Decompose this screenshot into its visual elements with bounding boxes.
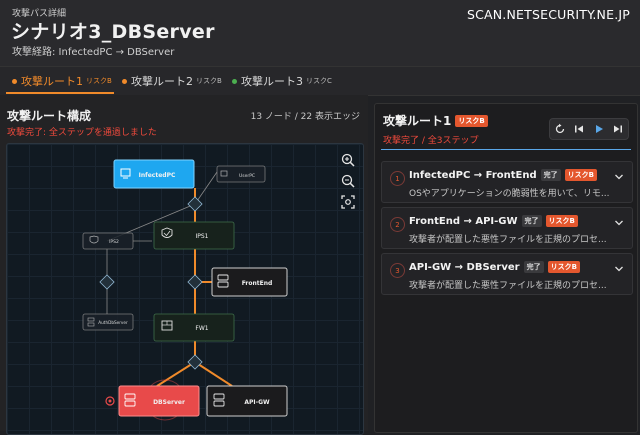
node-ips1: IPS1 [153, 221, 235, 250]
tab-risk: リスクC [306, 77, 332, 85]
tab-risk: リスクB [196, 77, 222, 85]
node-dbserver: DBServer [105, 379, 200, 421]
node-fw1: FW1 [153, 313, 235, 342]
node-authdbserver: AuthDbServer [82, 313, 134, 331]
tab-route-1[interactable]: 攻撃ルート1 リスクB [12, 67, 112, 95]
chevron-down-icon[interactable] [614, 264, 624, 274]
play-icon[interactable] [591, 121, 607, 137]
tab-risk: リスクB [86, 77, 112, 85]
skip-back-icon[interactable] [571, 121, 587, 137]
active-tab-indicator [6, 92, 114, 94]
node-label: FrontEnd [242, 280, 273, 287]
risk-badge: リスクB [564, 169, 597, 181]
site-watermark: SCAN.NETSECURITY.NE.JP [466, 7, 630, 22]
step-card-2[interactable]: 2 FrontEnd → API-GW 完了 リスクB 攻撃者が配置した悪性ファ… [381, 207, 633, 249]
step-description: OSやアプリケーションの脆弱性を用いて、リモ... [409, 189, 609, 199]
skip-forward-icon[interactable] [610, 121, 626, 137]
node-label: IPS1 [195, 233, 208, 240]
risk-dot-icon [232, 78, 237, 84]
route-tabs: 攻撃ルート1 リスクB 攻撃ルート2 リスクB 攻撃ルート3 リスクC [0, 66, 640, 96]
junction-diamond [187, 196, 203, 212]
node-ips2: IPS2 [82, 232, 134, 250]
done-badge: 完了 [521, 215, 542, 227]
step-title: FrontEnd → API-GW 完了 リスクB [409, 215, 578, 227]
page-header: 攻撃パス詳細 シナリオ3_DBServer 攻撃経路: InfectedPC →… [0, 0, 640, 66]
step-title-text: FrontEnd → API-GW [409, 215, 518, 227]
done-badge: 完了 [523, 261, 544, 273]
junction-diamond [187, 354, 203, 370]
graph-panel: 攻撃ルート構成 13 ノード / 22 表示エッジ 攻撃完了: 全ステップを通過… [0, 95, 368, 435]
tab-label: 攻撃ルート2 [131, 75, 193, 88]
network-graph: InfectedPC UserPC IPS2 IPS1 FrontEnd Aut… [82, 159, 288, 421]
step-card-1[interactable]: 1 InfectedPC → FrontEnd 完了 リスクB OSやアプリケー… [381, 161, 633, 203]
chevron-down-icon[interactable] [614, 218, 624, 228]
node-label: DBServer [153, 399, 185, 406]
node-frontend: FrontEnd [211, 267, 288, 297]
graph-canvas[interactable]: InfectedPC UserPC IPS2 IPS1 FrontEnd Aut… [6, 143, 364, 435]
graph-counts: 13 ノード / 22 表示エッジ [250, 112, 360, 122]
page-title: シナリオ3_DBServer [11, 21, 215, 43]
tab-route-2[interactable]: 攻撃ルート2 リスクB [122, 67, 222, 95]
node-infectedpc: InfectedPC [113, 159, 195, 189]
risk-dot-icon [122, 78, 127, 84]
graph-status: 攻撃完了: 全ステップを通過しました [7, 128, 157, 138]
graph-title: 攻撃ルート構成 [7, 109, 92, 123]
node-label: UserPC [239, 173, 255, 179]
node-label: IPS2 [109, 239, 119, 245]
chevron-down-icon[interactable] [614, 172, 624, 182]
step-description: 攻撃者が配置した悪性ファイルを正規のプロセ... [409, 235, 607, 245]
risk-dot-icon [12, 78, 17, 84]
step-description: 攻撃者が配置した悪性ファイルを正規のプロセ... [409, 281, 607, 291]
step-title: InfectedPC → FrontEnd 完了 リスクB [409, 169, 597, 181]
step-title-text: API-GW → DBServer [409, 261, 520, 273]
junction-diamond [187, 274, 203, 290]
tab-label: 攻撃ルート1 [21, 75, 83, 88]
step-title-text: InfectedPC → FrontEnd [409, 169, 537, 181]
panel-title-text: 攻撃ルート1 [383, 114, 452, 128]
zoom-out-icon[interactable] [340, 173, 356, 189]
step-number: 1 [390, 171, 405, 186]
zoom-in-icon[interactable] [340, 152, 356, 168]
step-card-3[interactable]: 3 API-GW → DBServer 完了 リスクB 攻撃者が配置した悪性ファ… [381, 253, 633, 295]
tab-route-3[interactable]: 攻撃ルート3 リスクC [232, 67, 332, 95]
node-label: AuthDbServer [98, 320, 128, 325]
risk-badge: リスクB [547, 261, 580, 273]
risk-badge: リスクB [545, 215, 578, 227]
step-title: API-GW → DBServer 完了 リスクB [409, 261, 580, 273]
attack-route-text: 攻撃経路: InfectedPC → DBServer [12, 47, 175, 58]
tab-label: 攻撃ルート3 [241, 75, 303, 88]
risk-badge: リスクB [455, 114, 488, 127]
node-label: API-GW [244, 399, 270, 406]
node-apigw: API-GW [206, 385, 288, 417]
node-label: FW1 [195, 325, 208, 332]
node-userpc: UserPC [216, 165, 266, 183]
restart-icon[interactable] [552, 121, 568, 137]
panel-status: 攻撃完了 / 全3ステップ [383, 136, 479, 146]
panel-title: 攻撃ルート1 リスクB [383, 112, 488, 129]
junction-diamond [99, 274, 115, 290]
step-number: 2 [390, 217, 405, 232]
step-number: 3 [390, 263, 405, 278]
panel-divider [381, 149, 631, 150]
done-badge: 完了 [540, 169, 561, 181]
route-detail-panel: 攻撃ルート1 リスクB 攻撃完了 / 全3ステップ 1 InfectedPC →… [374, 103, 638, 433]
fit-view-icon[interactable] [340, 194, 356, 210]
playback-controls [549, 118, 629, 140]
node-label: InfectedPC [139, 172, 176, 179]
